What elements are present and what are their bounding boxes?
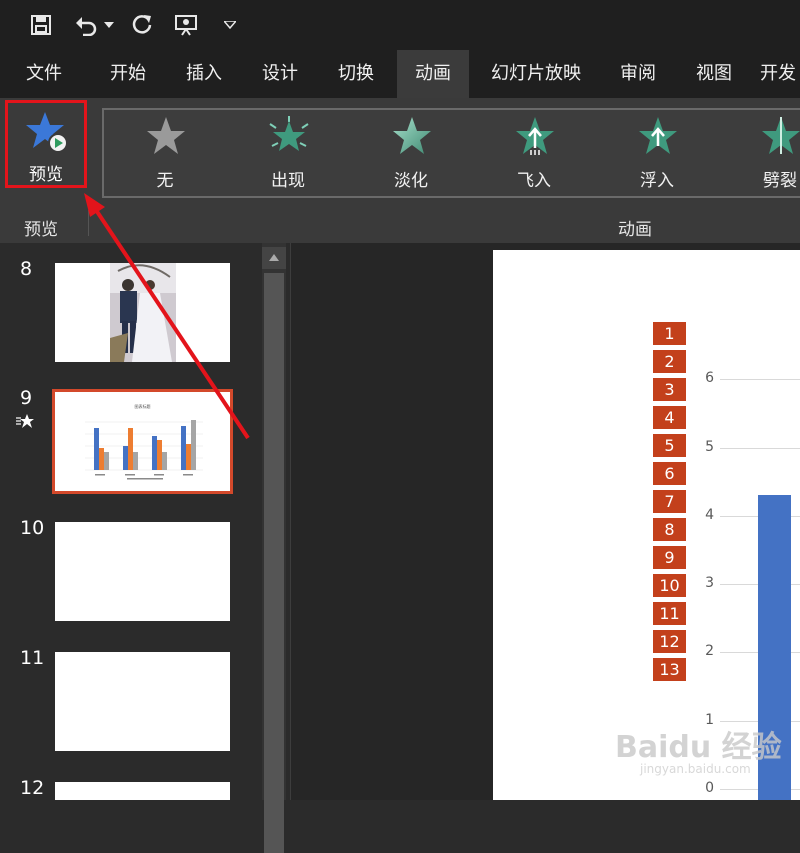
animation-label: 淡化	[394, 171, 428, 191]
animation-fly-in[interactable]: 飞入	[484, 116, 584, 196]
animation-indicator-icon	[16, 414, 34, 428]
y-tick-label: 0	[705, 780, 714, 796]
tab-design[interactable]: 设计	[250, 50, 310, 98]
slide-number: 10	[20, 517, 45, 539]
animation-label: 飞入	[517, 171, 551, 191]
animation-label: 出现	[271, 171, 305, 191]
thumb-chart-title: 图表标题	[134, 404, 151, 409]
slide-page	[493, 250, 800, 800]
y-tick-label: 2	[705, 643, 714, 660]
star-burst-icon	[269, 116, 309, 151]
animation-label: 无	[156, 171, 174, 191]
animation-order-badge[interactable]: 10	[653, 574, 686, 597]
wedding-photo	[110, 263, 176, 362]
animation-split[interactable]: 劈裂	[730, 116, 800, 196]
watermark-url: jingyan.baidu.com	[640, 762, 751, 776]
chevron-up-icon	[269, 254, 279, 261]
gridline	[720, 379, 800, 381]
undo-icon[interactable]	[72, 10, 100, 40]
group-separator	[88, 210, 89, 236]
animation-fade[interactable]: 淡化	[361, 116, 461, 196]
redo-icon[interactable]	[128, 10, 156, 40]
tab-home[interactable]: 开始	[98, 50, 158, 98]
animation-order-badge[interactable]: 12	[653, 630, 686, 653]
animation-order-badge[interactable]: 11	[653, 602, 686, 625]
animation-order-badge[interactable]: 4	[653, 406, 686, 429]
group-label-preview: 预览	[24, 220, 58, 240]
animation-order-badge[interactable]: 1	[653, 322, 686, 345]
y-tick-label: 5	[705, 438, 714, 455]
group-label-animation: 动画	[618, 220, 652, 240]
thumbnail-scrollbar[interactable]	[262, 243, 286, 853]
star-gray-icon	[147, 117, 185, 154]
tab-slideshow[interactable]: 幻灯片放映	[484, 50, 588, 98]
slide-number: 11	[20, 647, 45, 669]
animation-order-badge[interactable]: 9	[653, 546, 686, 569]
animation-order-badge[interactable]: 3	[653, 378, 686, 401]
present-from-start-icon[interactable]	[172, 10, 202, 40]
slide-number: 9	[20, 387, 33, 409]
slide-thumbnail-10[interactable]	[55, 522, 230, 621]
save-icon[interactable]	[28, 10, 54, 40]
tab-review[interactable]: 审阅	[608, 50, 668, 98]
slide-number: 12	[20, 777, 45, 799]
animation-order-badge[interactable]: 5	[653, 434, 686, 457]
watermark-brand: Baidu 经验	[615, 730, 782, 765]
animation-label: 浮入	[640, 171, 674, 191]
star-split-icon	[762, 117, 800, 154]
slide-thumbnail-11[interactable]	[55, 652, 230, 751]
tab-file[interactable]: 文件	[14, 50, 74, 98]
animation-order-badge[interactable]: 2	[653, 350, 686, 373]
undo-dropdown-icon[interactable]	[102, 10, 116, 40]
scroll-up-button[interactable]	[262, 247, 286, 269]
animation-float-in[interactable]: 浮入	[607, 116, 707, 196]
animation-order-badge[interactable]: 6	[653, 462, 686, 485]
animation-order-badge[interactable]: 13	[653, 658, 686, 681]
highlight-box	[5, 100, 87, 188]
y-tick-label: 4	[705, 506, 714, 523]
tab-transitions[interactable]: 切换	[326, 50, 386, 98]
slide-thumbnail-12[interactable]	[55, 782, 230, 800]
animation-order-badge[interactable]: 7	[653, 490, 686, 513]
slide-number: 8	[20, 258, 33, 280]
animation-appear[interactable]: 出现	[238, 116, 338, 196]
tab-view[interactable]: 视图	[684, 50, 744, 98]
star-float-in-icon	[639, 117, 677, 154]
slide-thumbnail-9[interactable]: 图表标题	[55, 392, 230, 491]
slide-thumbnail-8[interactable]	[55, 263, 230, 362]
customize-qat-icon[interactable]	[220, 10, 240, 40]
y-tick-label: 3	[705, 575, 714, 592]
thumb-chart	[85, 420, 203, 480]
animation-order-badge[interactable]: 8	[653, 518, 686, 541]
star-fly-in-icon	[516, 117, 554, 155]
tab-developer[interactable]: 开发	[760, 50, 800, 98]
animation-none[interactable]: 无	[115, 116, 215, 196]
animation-label: 劈裂	[763, 171, 797, 191]
gridline	[720, 447, 800, 449]
ribbon-tabs: 文件 开始 插入 设计 切换 动画 幻灯片放映 审阅 视图 开发	[0, 50, 800, 98]
y-tick-label: 6	[705, 370, 714, 387]
tab-insert[interactable]: 插入	[174, 50, 234, 98]
star-fade-icon	[393, 117, 431, 154]
scrollbar-thumb[interactable]	[264, 273, 284, 853]
tab-animations[interactable]: 动画	[397, 50, 469, 98]
quick-access-toolbar	[0, 0, 800, 50]
